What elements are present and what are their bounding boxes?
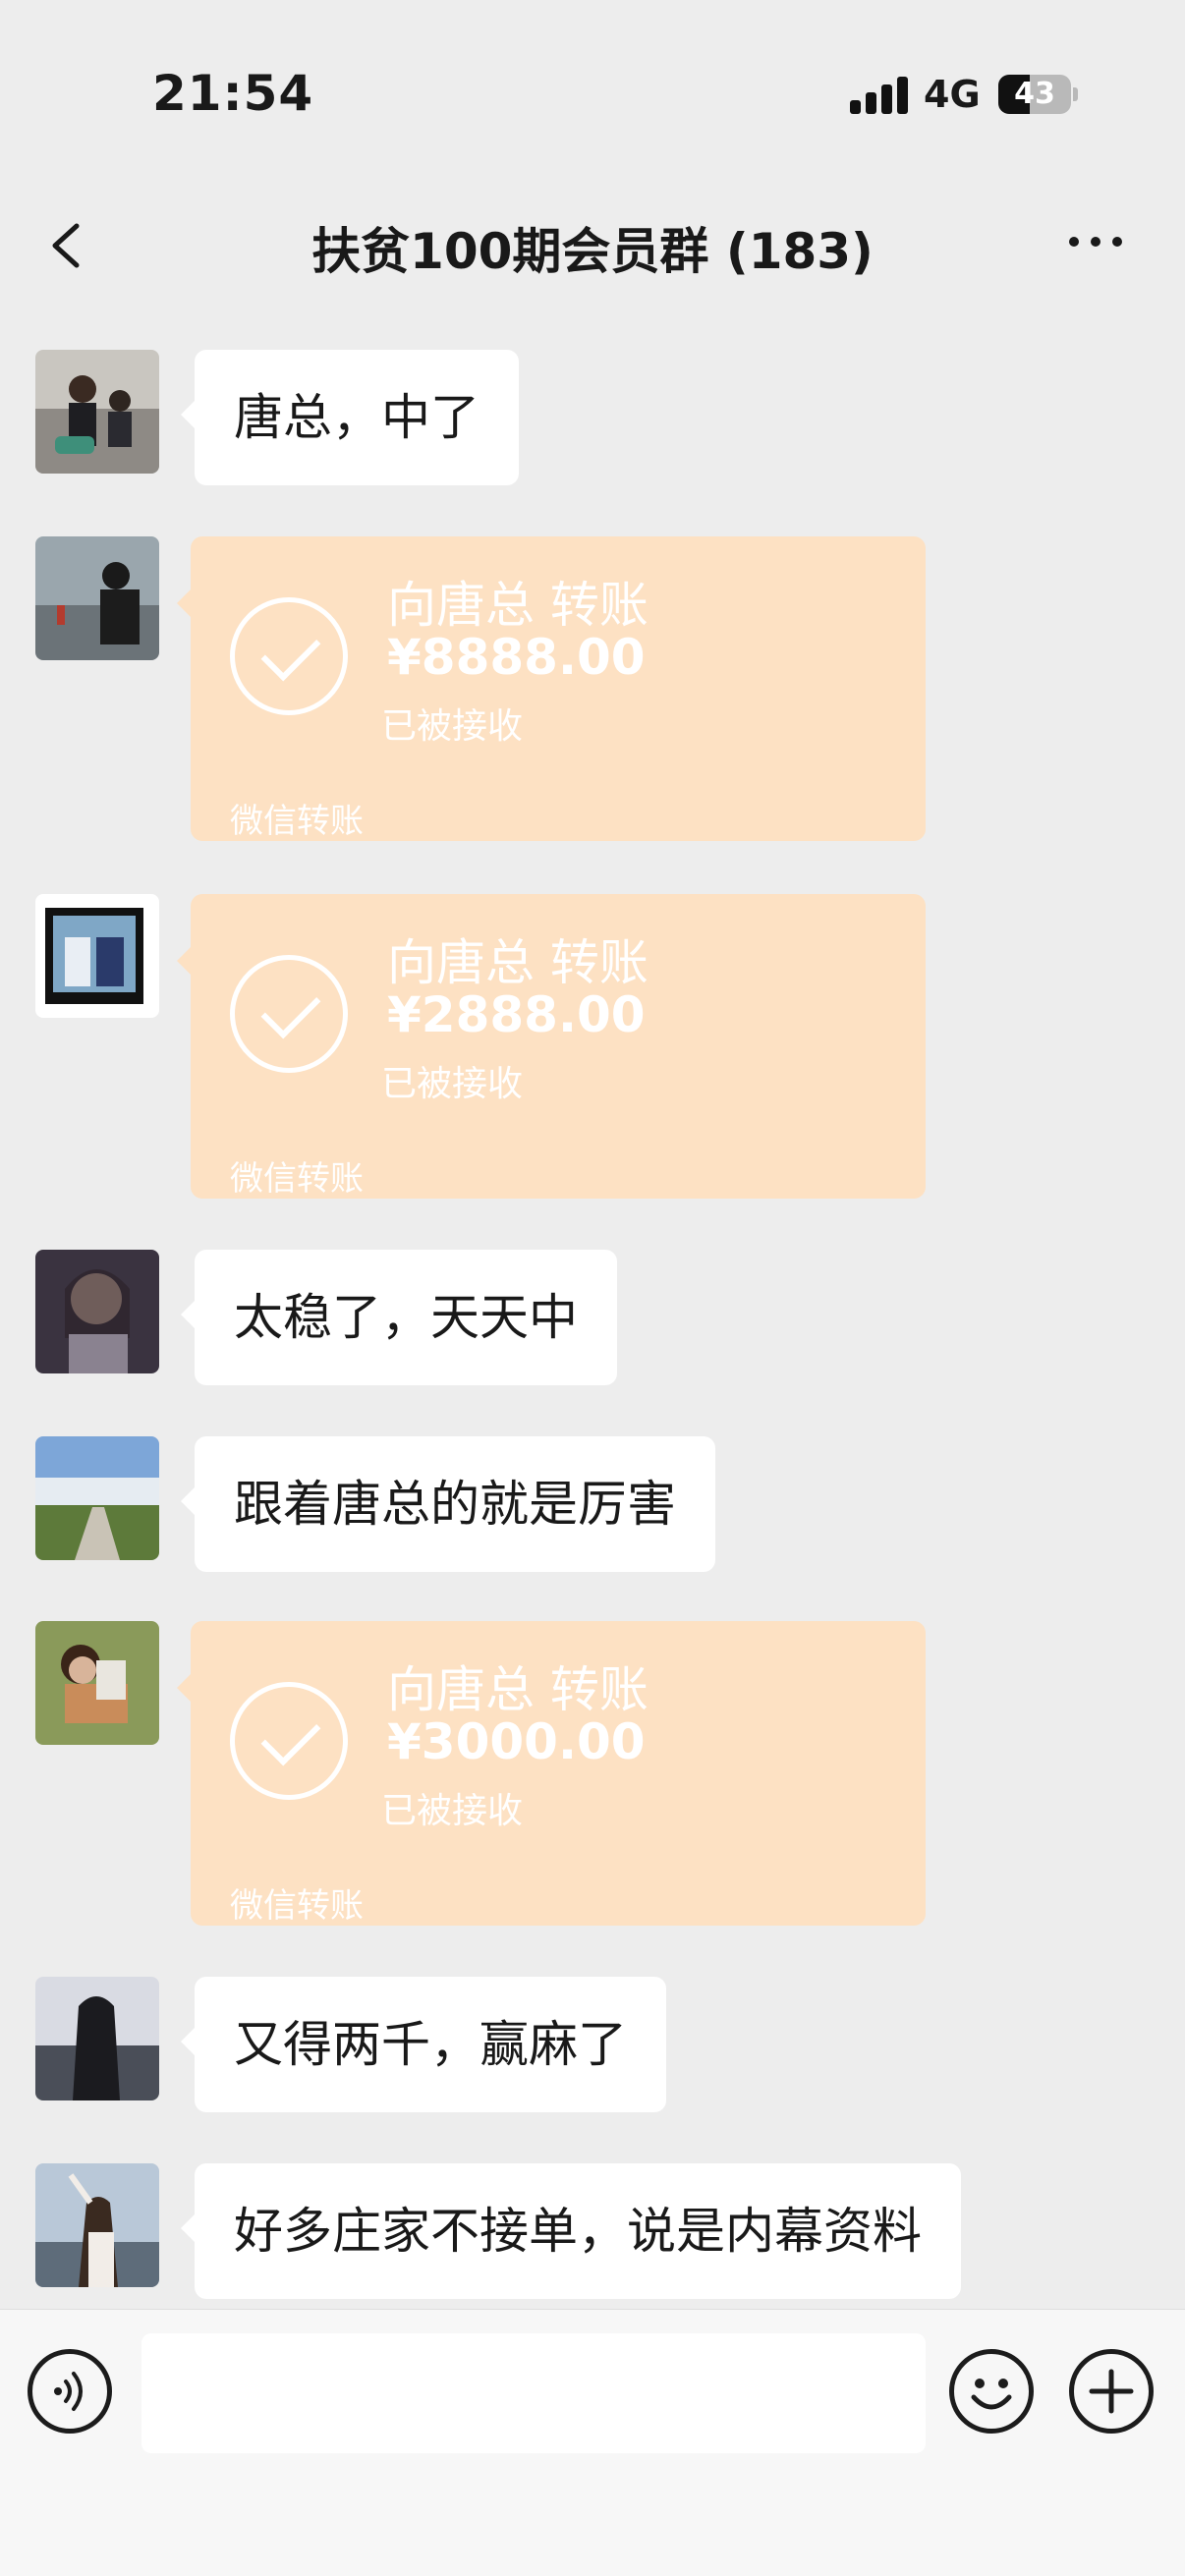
avatar[interactable] <box>35 894 159 1018</box>
back-icon <box>52 223 80 268</box>
transfer-title: 向唐总 转账 <box>387 577 649 634</box>
transfer-status: 已被接收 <box>381 1791 524 1831</box>
plus-button[interactable] <box>1069 2349 1154 2434</box>
transfer-title: 向唐总 转账 <box>387 934 649 991</box>
avatar[interactable] <box>35 1250 159 1373</box>
chat-title: 扶贫100期会员群 (183) <box>311 223 874 280</box>
transfer-source: 微信转账 <box>230 1159 364 1199</box>
status-time: 21:54 <box>152 65 314 122</box>
voice-button[interactable] <box>28 2349 112 2434</box>
transfer-status: 已被接收 <box>381 1064 524 1104</box>
check-icon <box>230 597 348 715</box>
message-bubble[interactable]: 又得两千，赢麻了 <box>181 1977 666 2112</box>
back-button[interactable] <box>39 214 98 277</box>
avatar[interactable] <box>35 536 159 660</box>
status-bar: 21:54 4G 43 <box>0 0 1185 187</box>
check-icon <box>230 1682 348 1800</box>
transfer-status: 已被接收 <box>381 706 524 747</box>
transfer-card[interactable]: 向唐总 转账 ¥3000.00 已被接收 微信转账 <box>177 1621 926 1926</box>
avatar[interactable] <box>35 1977 159 2100</box>
network-type: 4G <box>924 73 981 116</box>
signal-icon <box>850 77 909 114</box>
voice-icon <box>54 2372 83 2411</box>
check-icon <box>230 955 348 1073</box>
transfer-card[interactable]: 向唐总 转账 ¥8888.00 已被接收 微信转账 <box>177 536 926 841</box>
emoji-button[interactable] <box>949 2349 1034 2434</box>
message-bubble[interactable]: 唐总，中了 <box>181 350 519 485</box>
more-button[interactable] <box>1061 226 1130 255</box>
avatar[interactable] <box>35 2163 159 2287</box>
battery-level: 43 <box>1014 77 1055 111</box>
transfer-card[interactable]: 向唐总 转账 ¥2888.00 已被接收 微信转账 <box>177 894 926 1199</box>
transfer-source: 微信转账 <box>230 802 364 841</box>
avatar[interactable] <box>35 1436 159 1560</box>
message-bubble[interactable]: 太稳了，天天中 <box>181 1250 617 1385</box>
plus-icon <box>1089 2369 1134 2414</box>
avatar[interactable] <box>35 350 159 474</box>
chat-header: 扶贫100期会员群 (183) <box>0 187 1185 305</box>
emoji-icon <box>971 2379 1012 2410</box>
transfer-amount: ¥8888.00 <box>387 629 646 686</box>
avatar[interactable] <box>35 1621 159 1745</box>
transfer-source: 微信转账 <box>230 1886 364 1926</box>
transfer-title: 向唐总 转账 <box>387 1661 649 1718</box>
more-icon <box>1069 237 1079 247</box>
message-input[interactable] <box>141 2333 926 2453</box>
transfer-amount: ¥3000.00 <box>387 1713 646 1770</box>
battery-icon: 43 <box>998 75 1078 114</box>
message-bubble[interactable]: 好多庄家不接单，说是内幕资料 <box>181 2163 961 2299</box>
message-bubble[interactable]: 跟着唐总的就是厉害 <box>181 1436 715 1572</box>
input-bar <box>0 2309 1185 2576</box>
transfer-amount: ¥2888.00 <box>387 986 646 1043</box>
